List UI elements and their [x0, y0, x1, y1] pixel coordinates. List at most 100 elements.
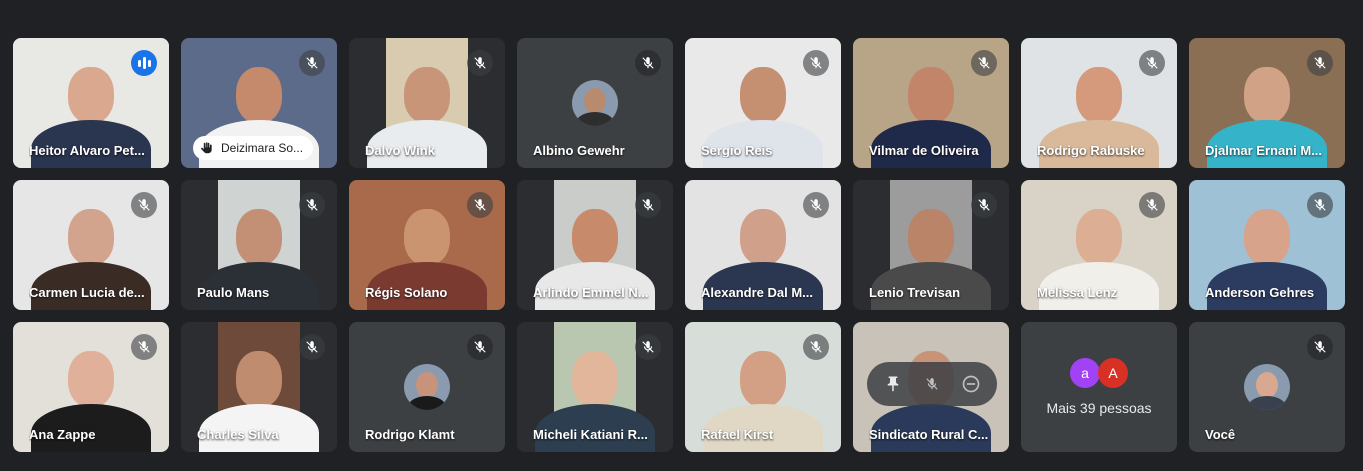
participant-name: Anderson Gehres: [1205, 285, 1315, 300]
more-avatars: aA: [1070, 358, 1128, 388]
participant-tile[interactable]: Charles Silva: [181, 322, 337, 452]
person-head: [908, 208, 954, 265]
person-head: [908, 66, 954, 123]
participant-name: Rodrigo Rabuske: [1037, 143, 1145, 158]
mic-off-icon: [299, 192, 325, 218]
avatar-head: [1256, 372, 1278, 398]
participant-tile[interactable]: Heitor Alvaro Pet...: [13, 38, 169, 168]
person-head: [740, 350, 786, 407]
person-head: [1244, 66, 1290, 123]
remove-icon[interactable]: [955, 368, 987, 400]
audio-level-icon: [131, 50, 157, 76]
participant-name: Lenio Trevisan: [869, 285, 961, 300]
mic-off-icon: [803, 192, 829, 218]
person-head: [740, 66, 786, 123]
participant-tile[interactable]: Carmen Lucia de...: [13, 180, 169, 310]
participant-name: Ana Zappe: [29, 427, 96, 442]
participant-name: Alexandre Dal M...: [701, 285, 813, 300]
avatar-head: [584, 88, 606, 114]
participant-name: Carmen Lucia de...: [29, 285, 145, 300]
person-head: [404, 208, 450, 265]
mic-off-icon: [1139, 192, 1165, 218]
participant-tile[interactable]: Você: [1189, 322, 1345, 452]
participant-tile[interactable]: Dalvo Wink: [349, 38, 505, 168]
mic-off-icon: [635, 50, 661, 76]
participant-name: Heitor Alvaro Pet...: [29, 143, 145, 158]
avatar: [1244, 364, 1290, 410]
letter-avatar: a: [1070, 358, 1100, 388]
participant-tile[interactable]: Micheli Katiani R...: [517, 322, 673, 452]
participant-name: Djalmar Ernani M...: [1205, 143, 1323, 158]
participant-name: Rodrigo Klamt: [365, 427, 455, 442]
raised-hand-icon: [199, 140, 215, 156]
mic-off-icon: [635, 192, 661, 218]
participant-name: Melissa Lenz: [1037, 285, 1118, 300]
participant-name: Charles Silva: [197, 427, 279, 442]
participant-name: Albino Gewehr: [533, 143, 625, 158]
participant-tile[interactable]: Rodrigo Rabuske: [1021, 38, 1177, 168]
participant-grid: Heitor Alvaro Pet... Deizimara So... Dalvo…: [13, 38, 1345, 452]
participant-tile[interactable]: Rodrigo Klamt: [349, 322, 505, 452]
mic-off-icon: [971, 50, 997, 76]
mic-off-icon[interactable]: [916, 368, 948, 400]
participant-tile[interactable]: Albino Gewehr: [517, 38, 673, 168]
mic-off-icon: [131, 334, 157, 360]
person-head: [404, 66, 450, 123]
participant-tile[interactable]: Melissa Lenz: [1021, 180, 1177, 310]
person-head: [572, 208, 618, 265]
mic-off-icon: [1139, 50, 1165, 76]
participant-name: Você: [1205, 427, 1236, 442]
mic-off-icon: [1307, 50, 1333, 76]
person-head: [1244, 208, 1290, 265]
participant-tile[interactable]: Arlindo Emmel N...: [517, 180, 673, 310]
person-head: [1076, 208, 1122, 265]
person-head: [740, 208, 786, 265]
avatar: [404, 364, 450, 410]
avatar-body: [408, 396, 446, 410]
person-head: [236, 66, 282, 123]
participant-name: Arlindo Emmel N...: [533, 285, 649, 300]
participant-name: Micheli Katiani R...: [533, 427, 648, 442]
participant-tile[interactable]: Ana Zappe: [13, 322, 169, 452]
participant-tile[interactable]: Lenio Trevisan: [853, 180, 1009, 310]
person-head: [68, 208, 114, 265]
participant-tile[interactable]: Rafael Kirst: [685, 322, 841, 452]
participant-tile[interactable]: Sindicato Rural C...: [853, 322, 1009, 452]
letter-avatar: A: [1098, 358, 1128, 388]
participant-name: Vilmar de Oliveira: [869, 143, 979, 158]
raised-hand-badge: Deizimara So...: [193, 136, 314, 160]
person-head: [572, 350, 618, 407]
participant-name: Régis Solano: [365, 285, 448, 300]
person-head: [1076, 66, 1122, 123]
participant-tile[interactable]: Djalmar Ernani M...: [1189, 38, 1345, 168]
participant-name: Deizimara So...: [221, 141, 304, 155]
participant-name: Dalvo Wink: [365, 143, 435, 158]
participant-tile[interactable]: Sergio Reis: [685, 38, 841, 168]
mic-off-icon: [467, 192, 493, 218]
participant-tile[interactable]: Deizimara So...: [181, 38, 337, 168]
participant-tile[interactable]: Anderson Gehres: [1189, 180, 1345, 310]
person-head: [236, 350, 282, 407]
mic-off-icon: [467, 334, 493, 360]
participant-tile[interactable]: Paulo Mans: [181, 180, 337, 310]
participant-name: Sindicato Rural C...: [869, 427, 989, 442]
participant-name: Paulo Mans: [197, 285, 270, 300]
person-head: [236, 208, 282, 265]
mic-off-icon: [1307, 192, 1333, 218]
more-participants-tile[interactable]: a A Mais 39 pessoas: [1021, 322, 1177, 452]
participant-tile[interactable]: Vilmar de Oliveira: [853, 38, 1009, 168]
tile-hover-controls: [867, 362, 997, 406]
mic-off-icon: [803, 334, 829, 360]
participant-tile[interactable]: Alexandre Dal M...: [685, 180, 841, 310]
mic-off-icon: [299, 334, 325, 360]
mic-off-icon: [467, 50, 493, 76]
person-head: [68, 66, 114, 123]
avatar-head: [416, 372, 438, 398]
participant-name: Rafael Kirst: [701, 427, 774, 442]
avatar: [572, 80, 618, 126]
participant-tile[interactable]: Régis Solano: [349, 180, 505, 310]
mic-off-icon: [299, 50, 325, 76]
pin-icon[interactable]: [877, 368, 909, 400]
avatar-body: [576, 112, 614, 126]
participant-name: Sergio Reis: [701, 143, 773, 158]
